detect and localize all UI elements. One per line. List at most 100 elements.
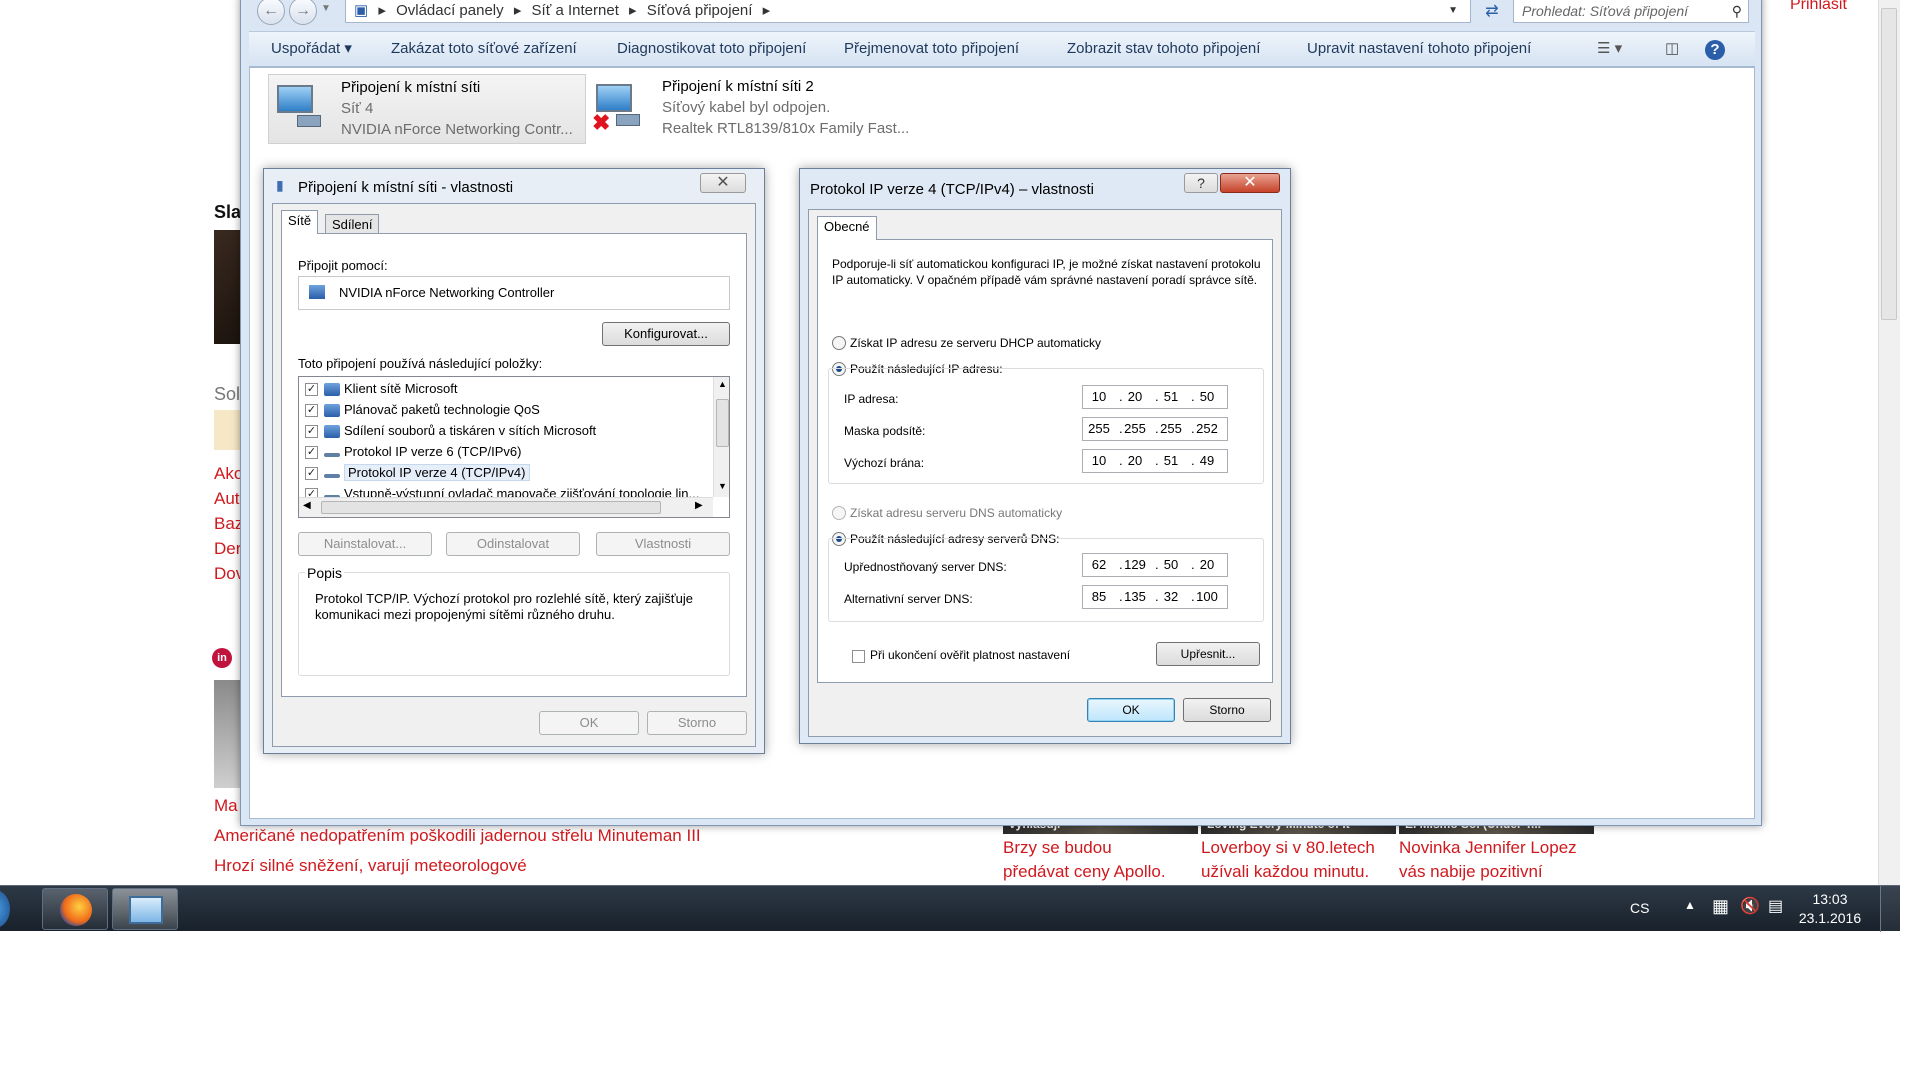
help-icon[interactable]: ? [1705,40,1725,60]
search-icon[interactable]: ⚲ [1732,0,1742,22]
ok-button[interactable]: OK [539,711,639,735]
tab-general[interactable]: Obecné [817,216,877,240]
back-button[interactable]: ← [257,0,285,25]
news-card-caption[interactable]: předávat ceny Apollo. [1003,862,1166,882]
list-item[interactable]: ✓ Vstupně-výstupní ovladač mapovače zjišť… [305,483,699,497]
search-input[interactable]: Prohledat: Síťová připojení ⚲ [1513,0,1749,23]
list-item[interactable]: ✓ Klient sítě Microsoft [305,378,457,399]
checkbox[interactable]: ✓ [305,467,318,481]
news-link[interactable]: Der [214,539,241,559]
dhcp-auto-label[interactable]: Získat IP adresu ze serveru DHCP automat… [850,336,1101,350]
checkbox[interactable]: ✓ [305,425,318,439]
cancel-button[interactable]: Storno [647,711,747,735]
breadcrumb-item[interactable]: Síť a Internet [532,2,619,19]
news-card-caption[interactable]: Brzy se budou [1003,838,1112,858]
news-card-caption[interactable]: užívali každou minutu. [1201,862,1369,882]
install-button[interactable]: Nainstalovat... [298,532,432,556]
network-adapter-icon [309,285,325,299]
configure-button[interactable]: Konfigurovat... [602,322,730,346]
connection-item-local[interactable]: Připojení k místní síti Síť 4 NVIDIA nFo… [268,74,586,144]
checkbox[interactable]: ✓ [305,488,318,497]
list-item[interactable]: ✓ Sdílení souborů a tiskáren v sítích Mic… [305,420,596,441]
scroll-right-icon[interactable]: ▶ [695,500,703,511]
breadcrumb-item[interactable]: Síťová připojení [647,2,753,19]
view-options-icon[interactable]: ☰ ▾ [1597,32,1622,66]
news-card-caption[interactable]: Loverboy si v 80.letech [1201,838,1375,858]
checkbox[interactable]: ✓ [305,404,318,418]
news-link[interactable]: Baz [214,514,243,534]
news-card-caption[interactable]: vás nabije pozitivní [1399,862,1543,882]
dns-auto-radio[interactable] [832,506,846,520]
scrollbar-thumb[interactable] [321,501,661,514]
close-button[interactable]: ✕ [1220,173,1280,193]
language-indicator[interactable]: CS [1630,900,1649,916]
tab-sharing[interactable]: Sdílení [325,214,380,234]
preview-pane-icon[interactable]: ◫ [1665,32,1679,66]
news-link[interactable]: Aut [214,489,240,509]
start-button[interactable] [0,890,10,928]
instagram-icon[interactable]: in [212,648,232,668]
list-item[interactable]: ✓ Plánovač paketů technologie QoS [305,399,540,420]
help-button[interactable]: ? [1184,173,1218,193]
breadcrumb-separator-icon[interactable]: ▸ [763,2,771,19]
ip-address-input[interactable]: 10. 20. 51. 50 [1082,385,1228,409]
dns-auto-label[interactable]: Získat adresu serveru DNS automaticky [850,506,1062,520]
firefox-taskbar-button[interactable] [42,888,108,930]
system-clock[interactable]: 13:03 23.1.2016 [1790,890,1870,928]
horizontal-scrollbar[interactable]: ◀ ▶ [299,497,713,517]
connection-item-local-2[interactable]: ✖ Připojení k místní síti 2 Síťový kabel… [592,74,922,144]
view-status-button[interactable]: Zobrazit stav tohoto připojení [1067,32,1260,66]
headline-link[interactable]: Američané nedopatřením poškodili jaderno… [214,826,701,846]
chevron-down-icon[interactable]: ▼ [321,3,331,14]
headline-link[interactable]: Hrozí silné sněžení, varují meteorologov… [214,856,527,876]
close-button[interactable]: ✕ [700,173,746,193]
scroll-up-icon[interactable]: ▲ [718,379,727,389]
rename-button[interactable]: Přejmenovat toto připojení [844,32,1019,66]
breadcrumb-separator-icon[interactable]: ▸ [629,2,637,19]
windows-flag-icon[interactable]: ▦ [1712,896,1729,917]
news-link[interactable]: Ako [214,464,243,484]
validate-checkbox[interactable] [852,650,865,663]
breadcrumb-separator-icon[interactable]: ▸ [378,2,386,19]
change-settings-button[interactable]: Upravit nastavení tohoto připojení [1307,32,1531,66]
show-desktop-button[interactable] [1880,886,1900,932]
news-link[interactable]: Ma [214,796,238,816]
page-scrollbar-thumb[interactable] [1881,8,1897,320]
breadcrumb-item[interactable]: Ovládací panely [396,2,504,19]
alternate-dns-input[interactable]: 85. 135. 32. 100 [1082,585,1228,609]
scroll-left-icon[interactable]: ◀ [303,500,311,511]
show-hidden-icons-icon[interactable]: ▲ [1684,898,1696,912]
diagnose-button[interactable]: Diagnostikovat toto připojení [617,32,806,66]
forward-button[interactable]: → [289,0,317,25]
advanced-button[interactable]: Upřesnit... [1156,642,1260,666]
ok-button[interactable]: OK [1087,698,1175,722]
list-item[interactable]: ✓ Protokol IP verze 6 (TCP/IPv6) [305,441,522,462]
checkbox[interactable]: ✓ [305,446,318,460]
cancel-button[interactable]: Storno [1183,698,1271,722]
chevron-down-icon[interactable]: ▼ [1448,0,1458,22]
checkbox[interactable]: ✓ [305,383,318,397]
clock-time: 13:03 [1812,891,1848,907]
subnet-mask-input[interactable]: 255. 255. 255. 252 [1082,417,1228,441]
properties-button[interactable]: Vlastnosti [596,532,730,556]
preferred-dns-input[interactable]: 62. 129. 50. 20 [1082,553,1228,577]
breadcrumb-separator-icon[interactable]: ▸ [514,2,522,19]
login-link[interactable]: Přihlásit [1790,0,1847,14]
uninstall-button[interactable]: Odinstalovat [446,532,580,556]
news-card-caption[interactable]: Novinka Jennifer Lopez [1399,838,1577,858]
scrollbar-thumb[interactable] [716,399,729,447]
list-item-selected[interactable]: ✓ Protokol IP verze 4 (TCP/IPv4) [305,462,530,483]
control-panel-taskbar-button[interactable] [112,888,178,930]
gateway-input[interactable]: 10. 20. 51. 49 [1082,449,1228,473]
address-bar[interactable]: ▣ ▸ Ovládací panely ▸ Síť a Internet ▸ S… [345,0,1471,23]
dhcp-auto-radio[interactable] [832,336,846,350]
organize-button[interactable]: Uspořádat ▾ [271,32,352,66]
network-tray-icon[interactable]: ▤ [1768,896,1783,916]
volume-muted-icon[interactable]: 🔇 [1740,896,1760,916]
scroll-down-icon[interactable]: ▼ [718,481,727,491]
vertical-scrollbar[interactable]: ▲ ▼ [713,377,729,497]
disable-device-button[interactable]: Zakázat toto síťové zařízení [391,32,577,66]
refresh-icon[interactable]: ⇄ [1479,1,1505,23]
tab-networking[interactable]: Sítě [281,210,319,234]
validate-label[interactable]: Při ukončení ověřit platnost nastavení [870,648,1070,662]
